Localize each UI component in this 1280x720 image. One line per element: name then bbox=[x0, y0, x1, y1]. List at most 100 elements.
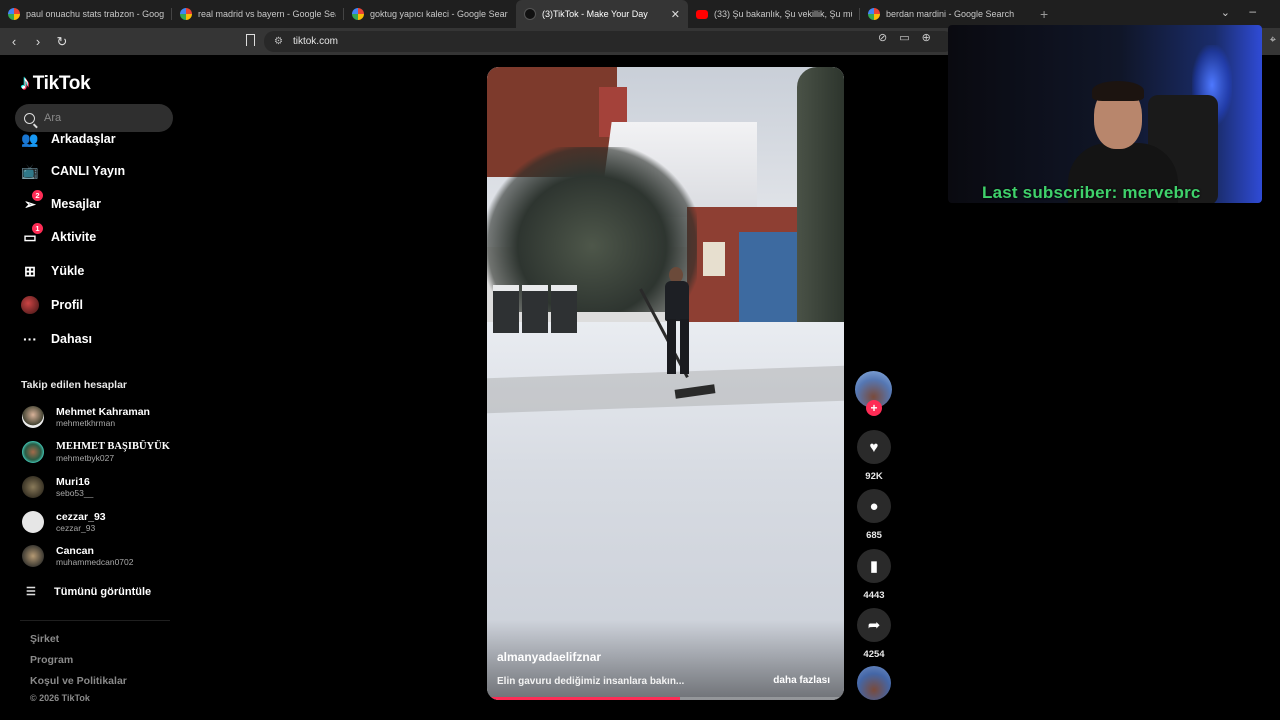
following-section-title: Takip edilen hesaplar bbox=[21, 379, 128, 391]
logo-text: TikTok bbox=[32, 72, 91, 94]
notification-badge: 2 bbox=[32, 190, 43, 201]
zoom-icon[interactable]: ⊕ bbox=[922, 31, 931, 44]
forward-icon[interactable]: › bbox=[28, 34, 48, 49]
sidebar-item-profile[interactable]: Profil bbox=[20, 295, 83, 315]
tracking-icon[interactable]: ⊘ bbox=[878, 31, 887, 44]
account-username: cezzar_93 bbox=[56, 523, 96, 533]
tab-title: berdan mardini - Google Search bbox=[886, 9, 1015, 19]
sidebar-item-messages[interactable]: ➢ 2 Mesajlar bbox=[20, 190, 101, 214]
account-name: MEHMET BAŞIBÜYÜK bbox=[56, 441, 170, 452]
sidebar-item-label: Aktivite bbox=[51, 230, 97, 244]
comment-icon: ● bbox=[869, 497, 879, 515]
account-name: cezzar_93 bbox=[56, 511, 106, 523]
footer-link-terms[interactable]: Koşul ve Politikalar bbox=[30, 675, 127, 687]
bookmark-icon: ▮ bbox=[869, 558, 879, 575]
google-icon bbox=[180, 8, 192, 20]
new-tab-button[interactable]: + bbox=[1040, 6, 1048, 22]
sidebar-item-label: Yükle bbox=[51, 264, 85, 278]
tab-title: (33) Şu bakanlık, Şu vekillik, Şu müdi bbox=[714, 9, 852, 19]
browser-tab[interactable]: goktug yapıcı kaleci - Google Search bbox=[344, 0, 516, 28]
tab-title: (3)TikTok - Make Your Day bbox=[542, 9, 648, 19]
avatar bbox=[22, 441, 44, 463]
back-icon[interactable]: ‹ bbox=[4, 34, 24, 49]
like-button[interactable]: ♥ bbox=[857, 430, 891, 464]
bookmark-icon[interactable] bbox=[246, 34, 255, 46]
account-username: sebo53__ bbox=[56, 488, 94, 498]
account-username: mehmetbyk027 bbox=[56, 453, 115, 463]
upload-icon: ⊞ bbox=[24, 262, 36, 279]
live-icon: 📺 bbox=[21, 162, 39, 179]
avatar bbox=[22, 406, 44, 428]
sidebar-item-label: CANLI Yayın bbox=[51, 164, 126, 178]
list-icon: ☰ bbox=[26, 586, 36, 598]
person-shoveling bbox=[657, 267, 697, 382]
following-account[interactable]: Muri16 sebo53__ bbox=[22, 476, 93, 498]
footer-link-company[interactable]: Şirket bbox=[30, 633, 59, 645]
tab-title: goktug yapıcı kaleci - Google Search bbox=[370, 9, 508, 19]
messages-icon: ➢ 2 bbox=[20, 190, 43, 214]
activity-icon: ▭ 1 bbox=[20, 223, 43, 247]
following-account[interactable]: MEHMET BAŞIBÜYÜK mehmetbyk027 bbox=[22, 441, 170, 463]
close-tab-icon[interactable]: ✕ bbox=[671, 8, 680, 21]
video-player[interactable]: almanyadaelifznar Elin gavuru dediğimiz … bbox=[487, 67, 844, 700]
sidebar-item-friends[interactable]: 👥 Arkadaşlar bbox=[20, 129, 115, 149]
browser-tab[interactable]: paul onuachu stats trabzon - Google bbox=[0, 0, 172, 28]
trash-bins bbox=[493, 285, 577, 333]
sidebar-item-label: Profil bbox=[51, 298, 83, 312]
tiktok-sidebar: ♪ TikTok Ara 👥 Arkadaşlar 📺 CANLI Yayın … bbox=[0, 55, 185, 720]
notification-badge: 1 bbox=[32, 223, 43, 234]
search-icon bbox=[24, 112, 35, 124]
profile-avatar bbox=[20, 295, 40, 315]
reload-icon[interactable]: ↻ bbox=[52, 34, 72, 50]
sidebar-item-more[interactable]: ··· Dahası bbox=[20, 329, 92, 349]
video-author[interactable]: almanyadaelifznar bbox=[497, 650, 601, 664]
share-icon: ➦ bbox=[867, 617, 881, 634]
tab-search-icon[interactable]: ⌄ bbox=[1221, 6, 1230, 19]
google-icon bbox=[352, 8, 364, 20]
video-description: Elin gavuru dediğimiz insanlara bakın... bbox=[497, 676, 685, 687]
account-name: Mehmet Kahraman bbox=[56, 406, 150, 418]
cast-icon[interactable]: ▭ bbox=[899, 31, 909, 44]
account-name: Muri16 bbox=[56, 476, 90, 488]
address-bar-icons: ⊘ ▭ ⊕ bbox=[878, 31, 931, 44]
sidebar-item-upload[interactable]: ⊞ Yükle bbox=[20, 261, 84, 281]
friends-icon: 👥 bbox=[21, 130, 39, 147]
see-more-button[interactable]: daha fazlası bbox=[773, 675, 830, 686]
tiktok-logo[interactable]: ♪ TikTok bbox=[20, 72, 91, 95]
music-disc[interactable] bbox=[857, 666, 891, 700]
account-username: mehmetkhrman bbox=[56, 418, 116, 428]
url-text: tiktok.com bbox=[292, 36, 338, 47]
search-input[interactable]: Ara bbox=[15, 104, 173, 132]
browser-tab-bar: paul onuachu stats trabzon - Google real… bbox=[0, 0, 1280, 28]
tiktok-note-icon: ♪ bbox=[20, 72, 30, 94]
extension-icon[interactable]: ⌖ bbox=[1270, 34, 1276, 47]
follow-plus-icon[interactable]: + bbox=[866, 400, 882, 416]
browser-tab-active[interactable]: (3)TikTok - Make Your Day ✕ bbox=[516, 0, 688, 28]
browser-tab[interactable]: real madrid vs bayern - Google Searc bbox=[172, 0, 344, 28]
video-progress-bar[interactable] bbox=[487, 697, 844, 700]
minimize-icon[interactable]: – bbox=[1249, 4, 1256, 18]
following-account[interactable]: Mehmet Kahraman mehmetkhrman bbox=[22, 406, 150, 428]
search-placeholder: Ara bbox=[44, 112, 62, 124]
progress-fill bbox=[487, 697, 680, 700]
sidebar-item-live[interactable]: 📺 CANLI Yayın bbox=[20, 161, 125, 181]
browser-tab[interactable]: (33) Şu bakanlık, Şu vekillik, Şu müdi bbox=[688, 0, 860, 28]
following-account[interactable]: Cancan muhammedcan0702 bbox=[22, 545, 134, 567]
site-info-icon[interactable]: ⚙ bbox=[274, 36, 283, 47]
see-all-button[interactable]: ☰ Tümünü görüntüle bbox=[26, 585, 151, 599]
footer-link-program[interactable]: Program bbox=[30, 654, 73, 666]
sidebar-item-activity[interactable]: ▭ 1 Aktivite bbox=[20, 223, 97, 247]
browser-tab[interactable]: berdan mardini - Google Search bbox=[860, 0, 1032, 28]
copyright: © 2026 TikTok bbox=[30, 693, 90, 703]
avatar bbox=[22, 545, 44, 567]
save-button[interactable]: ▮ bbox=[857, 549, 891, 583]
divider bbox=[20, 620, 170, 621]
google-icon bbox=[868, 8, 880, 20]
address-bar[interactable]: ⚙ tiktok.com bbox=[264, 31, 954, 52]
tab-title: real madrid vs bayern - Google Searc bbox=[198, 9, 336, 19]
tab-title: paul onuachu stats trabzon - Google bbox=[26, 9, 164, 19]
comment-button[interactable]: ● bbox=[857, 489, 891, 523]
share-button[interactable]: ➦ bbox=[857, 608, 891, 642]
following-account[interactable]: cezzar_93 cezzar_93 bbox=[22, 511, 106, 533]
account-username: muhammedcan0702 bbox=[56, 557, 134, 567]
